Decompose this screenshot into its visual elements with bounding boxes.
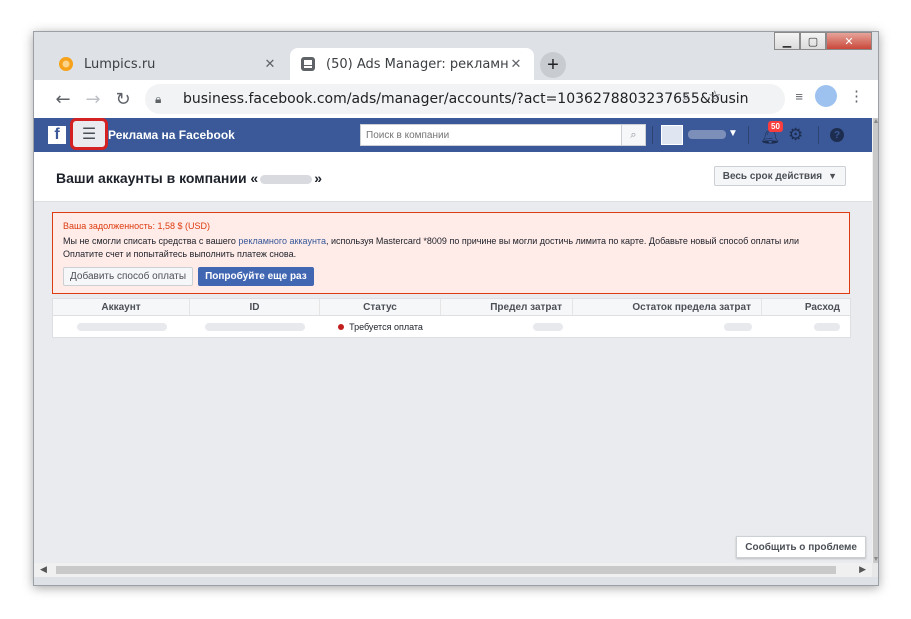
scroll-up-icon[interactable]: ▲ [872, 118, 878, 125]
divider [748, 126, 749, 144]
divider [652, 126, 653, 144]
divider [818, 126, 819, 144]
date-range-dropdown[interactable]: Весь срок действия ▼ [713, 166, 846, 186]
account-name-blurred[interactable] [688, 130, 726, 139]
report-problem-button[interactable]: Сообщить о проблеме [736, 536, 866, 558]
debt-text: Ваша задолженность: 1,58 $ (USD) [63, 221, 210, 231]
toolbar-right: ⌕ ☆ ≡ ⋮ [682, 85, 864, 107]
alert-text-1: Мы не смогли списать средства с вашего [63, 236, 239, 246]
column-account[interactable]: Аккаунт [53, 299, 190, 315]
account-id-blurred [205, 323, 305, 331]
scroll-thumb[interactable] [56, 566, 836, 574]
column-spend[interactable]: Расход [762, 299, 850, 315]
vertical-scrollbar[interactable]: ▲ ▼ [872, 118, 878, 563]
status-cell: Требуется оплата [320, 316, 441, 338]
facebook-top-bar: f ☰ Реклама на Facebook ⌕ ▼ 🔔︎ 50 ⚙ ? [34, 118, 872, 152]
back-arrow-icon[interactable]: ← [48, 84, 78, 114]
remaining-limit-cell [573, 316, 762, 338]
close-tab-icon[interactable]: ✕ [262, 57, 278, 72]
page-viewport: f ☰ Реклама на Facebook ⌕ ▼ 🔔︎ 50 ⚙ ? Ва… [34, 118, 872, 563]
retry-payment-button[interactable]: Попробуйте еще раз [198, 267, 314, 286]
hamburger-menu-button[interactable]: ☰ [70, 118, 108, 150]
profile-avatar[interactable] [815, 85, 837, 107]
column-status[interactable]: Статус [320, 299, 441, 315]
table-row[interactable]: Требуется оплата [53, 316, 850, 338]
id-cell [190, 316, 320, 338]
company-name-blurred [260, 174, 313, 184]
browser-toolbar: ← → ↻ 🔒︎ business.facebook.com/ads/manag… [34, 80, 878, 118]
reload-icon[interactable]: ↻ [108, 84, 138, 114]
column-remaining-limit[interactable]: Остаток предела затрат [573, 299, 762, 315]
new-tab-button[interactable]: + [540, 52, 566, 78]
add-payment-method-button[interactable]: Добавить способ оплаты [63, 267, 194, 286]
alert-message: Мы не смогли списать средства с вашего р… [63, 235, 833, 261]
spend-cell [762, 316, 850, 338]
close-tab-icon[interactable]: ✕ [508, 57, 524, 72]
status-text: Требуется оплата [349, 322, 423, 332]
column-spend-limit[interactable]: Предел затрат [441, 299, 573, 315]
blurred-value [724, 323, 752, 331]
title-prefix: Ваши аккаунты в компании « [56, 170, 259, 186]
ad-account-link[interactable]: рекламного аккаунта [238, 236, 326, 246]
status-dot-icon [338, 324, 345, 330]
hamburger-icon: ☰ [81, 126, 97, 143]
media-control-icon[interactable]: ≡ [795, 89, 803, 104]
tab-ads-manager[interactable]: (50) Ads Manager: рекламные а ✕ [290, 48, 534, 80]
lock-icon: 🔒︎ [155, 91, 162, 106]
account-cell[interactable] [53, 316, 190, 338]
page-title: Ваши аккаунты в компании « » [56, 170, 322, 186]
scroll-left-icon[interactable]: ◀ [40, 564, 47, 575]
search-icon[interactable]: ⌕ [621, 125, 645, 145]
notification-badge: 50 [768, 121, 783, 132]
title-suffix: » [314, 170, 323, 186]
tab-title: (50) Ads Manager: рекламные а [326, 56, 508, 72]
browser-window: ▁ ▢ ✕ Lumpics.ru ✕ (50) Ads Manager: рек… [33, 31, 879, 586]
account-name-blurred [76, 323, 167, 331]
tab-lumpics[interactable]: Lumpics.ru ✕ [48, 48, 288, 80]
spend-limit-cell [441, 316, 573, 338]
menu-dots-icon[interactable]: ⋮ [849, 87, 864, 105]
blurred-value [533, 323, 563, 331]
forward-arrow-icon[interactable]: → [78, 84, 108, 114]
page-header: Ваши аккаунты в компании « » Весь срок де… [34, 152, 872, 202]
caret-down-icon: ▼ [828, 171, 837, 181]
orange-circle-icon [59, 57, 73, 71]
table-header: Аккаунт ID Статус Предел затрат Остаток … [53, 299, 850, 316]
help-icon[interactable]: ? [830, 128, 844, 142]
blurred-value [814, 323, 840, 331]
scroll-right-icon[interactable]: ▶ [859, 564, 866, 575]
scroll-corner [872, 563, 878, 577]
bookmark-star-icon[interactable]: ☆ [708, 87, 721, 105]
brand-label: Реклама на Facebook [108, 128, 235, 142]
payment-error-alert: Ваша задолженность: 1,58 $ (USD) Мы не с… [52, 212, 850, 294]
gear-icon[interactable]: ⚙ [788, 125, 803, 145]
date-range-label: Весь срок действия [722, 170, 823, 182]
facebook-logo-icon[interactable]: f [48, 126, 66, 144]
tab-title: Lumpics.ru [84, 56, 156, 72]
accounts-table: Аккаунт ID Статус Предел затрат Остаток … [52, 298, 851, 338]
company-search[interactable]: ⌕ [360, 124, 646, 146]
alert-actions: Добавить способ оплаты Попробуйте еще ра… [63, 267, 839, 286]
tab-strip: Lumpics.ru ✕ (50) Ads Manager: рекламные… [34, 44, 878, 80]
column-id[interactable]: ID [190, 299, 320, 315]
horizontal-scrollbar[interactable]: ◀ ▶ [34, 563, 872, 577]
zoom-icon[interactable]: ⌕ [682, 88, 690, 105]
account-avatar[interactable] [661, 125, 683, 145]
ads-manager-icon [301, 57, 315, 71]
search-input[interactable] [361, 125, 621, 145]
scroll-thumb[interactable] [873, 118, 878, 563]
caret-down-icon[interactable]: ▼ [728, 128, 738, 139]
scroll-down-icon[interactable]: ▼ [872, 556, 878, 563]
